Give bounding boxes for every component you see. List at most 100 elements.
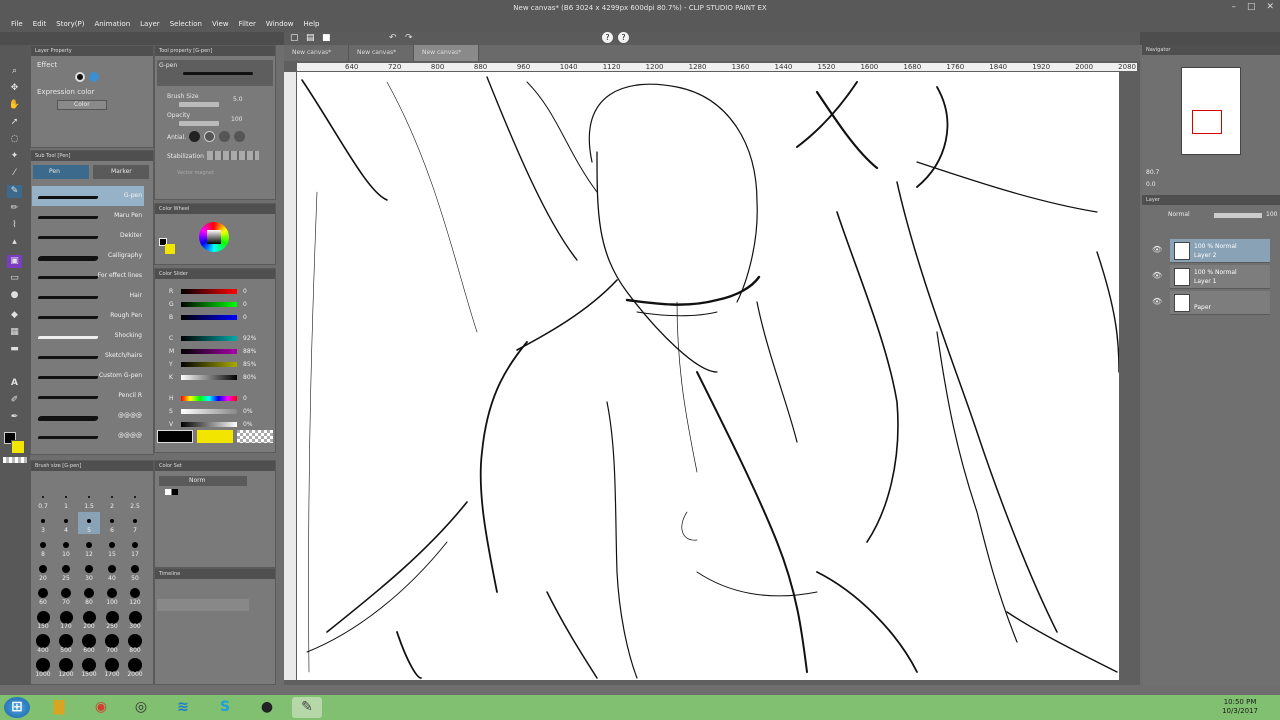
eraser-tool-icon[interactable]: ▭	[7, 272, 22, 285]
selection-tool-icon[interactable]: ◌	[7, 133, 22, 146]
close-icon[interactable]: ✕	[1266, 2, 1274, 12]
antialias-none[interactable]	[189, 131, 200, 142]
brush-size-option[interactable]: 3	[32, 512, 54, 534]
brush-item[interactable]: Rough Pen	[32, 306, 144, 326]
menu-window[interactable]: Window	[261, 17, 299, 32]
color-channel-value[interactable]: 0%	[243, 421, 253, 428]
color-slider-row[interactable]: C 92%	[165, 334, 275, 344]
move-tool-icon[interactable]: ✥	[7, 82, 22, 95]
color-slider-row[interactable]: Y 85%	[165, 360, 275, 370]
brush-size-option[interactable]: 800	[124, 632, 146, 654]
skype-icon[interactable]: S	[210, 697, 240, 718]
antialias-weak[interactable]	[204, 131, 215, 142]
menu-story[interactable]: Story(P)	[51, 17, 89, 32]
brush-size-slider[interactable]	[179, 102, 219, 107]
brush-item[interactable]: For effect lines	[32, 266, 144, 286]
color-channel-value[interactable]: 80%	[243, 374, 256, 381]
brush-size-option[interactable]: 400	[32, 632, 54, 654]
brush-item[interactable]: Custom G-pen	[32, 366, 144, 386]
brush-size-option[interactable]: 10	[55, 536, 77, 558]
antialias-strong[interactable]	[234, 131, 245, 142]
transparent-color[interactable]	[237, 430, 273, 443]
brush-size-option[interactable]: 150	[32, 608, 54, 630]
color-channel-value[interactable]: 88%	[243, 348, 256, 355]
color-slider-row[interactable]: H0	[165, 394, 275, 404]
operation-tool-icon[interactable]: ➚	[7, 116, 22, 129]
brush-item[interactable]: Maru Pen	[32, 206, 144, 226]
brush-size-option[interactable]: 1700	[101, 656, 123, 678]
menu-selection[interactable]: Selection	[165, 17, 207, 32]
brush-tool-icon[interactable]: ⌇	[7, 219, 22, 232]
sub-color-mini[interactable]	[165, 244, 175, 254]
color-slider-row[interactable]: V 0%	[165, 420, 275, 430]
brush-size-option[interactable]: 25	[55, 560, 77, 582]
brush-size-option[interactable]: 100	[101, 584, 123, 606]
brush-size-option[interactable]: 6	[101, 512, 123, 534]
color-channel-slider[interactable]	[181, 375, 237, 380]
maximize-icon[interactable]: □	[1247, 2, 1256, 12]
hand-tool-icon[interactable]: ✋	[7, 99, 22, 112]
brush-size-option[interactable]: 700	[101, 632, 123, 654]
brush-size-option[interactable]: 1200	[55, 656, 77, 678]
decoration-tool-icon[interactable]: ▣	[7, 255, 22, 268]
minimize-icon[interactable]: –	[1231, 2, 1236, 12]
fill-tool-icon[interactable]: ◆	[7, 309, 22, 322]
color-channel-value[interactable]: 0	[243, 288, 247, 295]
menu-help[interactable]: Help	[299, 17, 325, 32]
canvas-tab[interactable]: New canvas*	[284, 45, 349, 61]
layer-row[interactable]: 100 % Normal Layer 2	[1170, 239, 1270, 263]
brush-size-option[interactable]: 8	[32, 536, 54, 558]
brush-size-option[interactable]: 1500	[78, 656, 100, 678]
brush-size-option[interactable]: 50	[124, 560, 146, 582]
pen-tab[interactable]: Pen	[33, 165, 89, 179]
layer-opacity-value[interactable]: 100	[1266, 211, 1277, 218]
clip-studio-taskbar-icon[interactable]: ✎	[292, 697, 322, 718]
color-set-white[interactable]	[165, 489, 171, 495]
wand-tool-icon[interactable]: ✦	[7, 150, 22, 163]
brush-item[interactable]: G-pen	[32, 186, 144, 206]
brush-size-option[interactable]: 70	[55, 584, 77, 606]
brush-item[interactable]: Dekiter	[32, 226, 144, 246]
layer-row[interactable]: Paper	[1170, 291, 1270, 315]
brush-size-option[interactable]: 15	[101, 536, 123, 558]
brush-item[interactable]: Hair	[32, 286, 144, 306]
color-channel-slider[interactable]	[181, 396, 237, 401]
opacity-slider[interactable]	[179, 121, 219, 126]
brush-size-option[interactable]: 2000	[124, 656, 146, 678]
brush-size-option[interactable]: 1	[55, 488, 77, 510]
eye-icon[interactable]: 👁	[1152, 245, 1162, 254]
brush-size-option[interactable]: 500	[55, 632, 77, 654]
brush-size-option[interactable]: 17	[124, 536, 146, 558]
correct-line-tool-icon[interactable]: ✒	[7, 411, 22, 424]
brush-size-option[interactable]: 80	[78, 584, 100, 606]
brush-size-option[interactable]: 2	[101, 488, 123, 510]
brush-size-option[interactable]: 30	[78, 560, 100, 582]
rotate-value[interactable]: 0.0	[1146, 181, 1156, 188]
brush-size-option[interactable]: 5	[78, 512, 100, 534]
antialias-medium[interactable]	[219, 131, 230, 142]
hue-ring[interactable]	[199, 222, 229, 252]
brush-size-option[interactable]: 60	[32, 584, 54, 606]
open-icon[interactable]: ▤	[306, 33, 315, 43]
brush-size-option[interactable]: 2.5	[124, 488, 146, 510]
app-icon-2[interactable]: ≋	[168, 697, 198, 718]
transparent-swatch[interactable]	[3, 457, 27, 463]
sub-color-swatch[interactable]	[11, 440, 25, 454]
eye-icon[interactable]: 👁	[1152, 271, 1162, 280]
brush-item[interactable]: @@@@	[32, 406, 144, 426]
brush-size-value[interactable]: 5.0	[233, 96, 243, 103]
brush-item[interactable]: Shocking	[32, 326, 144, 346]
color-channel-slider[interactable]	[181, 362, 237, 367]
brush-size-option[interactable]: 20	[32, 560, 54, 582]
color-channel-slider[interactable]	[181, 336, 237, 341]
brush-size-option[interactable]: 600	[78, 632, 100, 654]
chrome-icon[interactable]: ◉	[86, 697, 116, 718]
brush-item[interactable]: Calligraphy	[32, 246, 144, 266]
color-slider-row[interactable]: M 88%	[165, 347, 275, 357]
menu-animation[interactable]: Animation	[89, 17, 135, 32]
color-slider-row[interactable]: B0	[165, 313, 275, 323]
new-file-icon[interactable]: ▢	[290, 33, 299, 43]
blend-mode-select[interactable]: Normal	[1168, 211, 1190, 218]
marker-tab[interactable]: Marker	[93, 165, 149, 179]
color-set-black[interactable]	[172, 489, 178, 495]
